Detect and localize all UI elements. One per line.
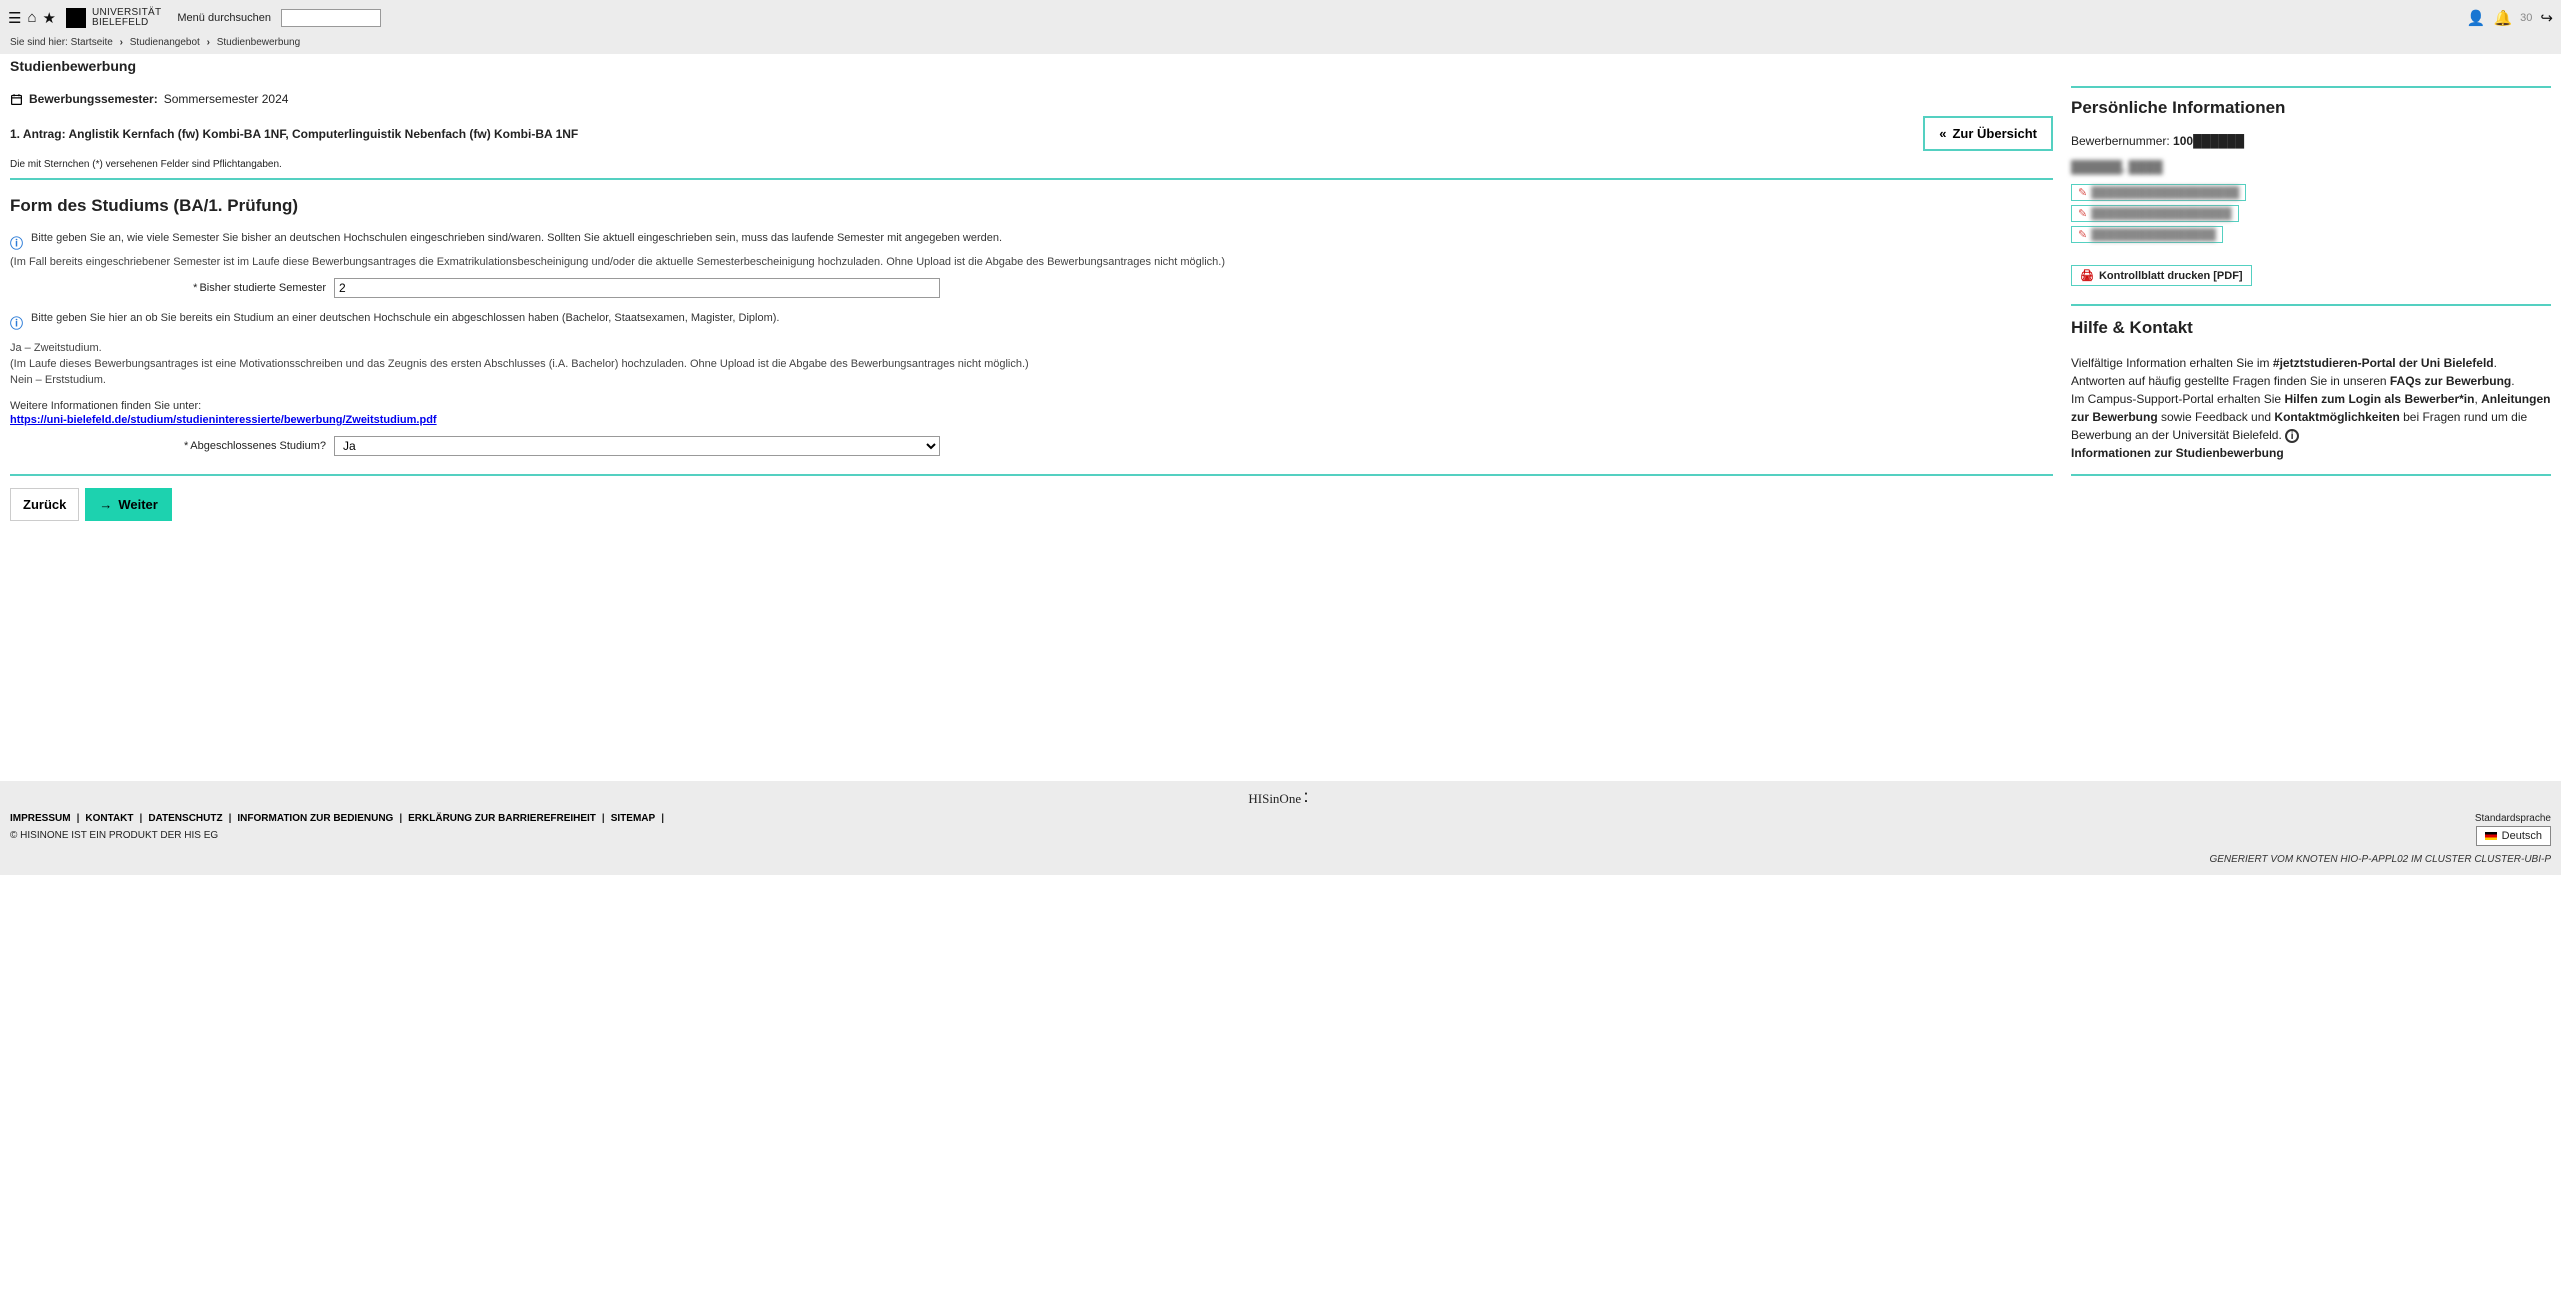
bell-icon[interactable]: 🔔 bbox=[2493, 9, 2512, 27]
logo-square bbox=[66, 8, 86, 28]
info-text-1: Bitte geben Sie an, wie viele Semester S… bbox=[31, 232, 1002, 244]
print-pdf-button[interactable]: 🖨 Kontrollblatt drucken [PDF] bbox=[2071, 265, 2252, 286]
help-text: Vielfältige Information erhalten Sie im … bbox=[2071, 354, 2551, 462]
help-link-admission-info[interactable]: Informationen zur Studienbewerbung bbox=[2071, 446, 2284, 460]
personal-info-heading: Persönliche Informationen bbox=[2071, 98, 2551, 118]
semester-count-input[interactable] bbox=[334, 278, 940, 298]
help-link-faqs[interactable]: FAQs zur Bewerbung bbox=[2390, 374, 2511, 388]
language-select[interactable]: Deutsch bbox=[2476, 826, 2551, 846]
help-contact-heading: Hilfe & Kontakt bbox=[2071, 318, 2551, 338]
footer-link-barrierefreiheit[interactable]: ERKLÄRUNG ZUR BARRIEREFREIHEIT bbox=[408, 813, 596, 824]
help-link-portal[interactable]: #jetztstudieren-Portal der Uni Bielefeld bbox=[2273, 356, 2494, 370]
info-icon: ⓘ bbox=[10, 313, 23, 332]
generated-note: GENERIERT VOM KNOTEN HIO-P-APPL02 IM CLU… bbox=[2209, 854, 2551, 865]
footer-copyright: © HISINONE IST EIN PRODUKT DER HIS EG bbox=[10, 830, 670, 841]
applicant-number-label: Bewerbernummer: bbox=[2071, 134, 2170, 148]
more-info-link[interactable]: https://uni-bielefeld.de/studium/studien… bbox=[10, 414, 2053, 426]
breadcrumb-item-0[interactable]: Startseite bbox=[71, 37, 113, 48]
more-info-label: Weitere Informationen finden Sie unter: bbox=[10, 400, 201, 412]
page-title: Studienbewerbung bbox=[0, 54, 2561, 78]
home-icon[interactable]: ⌂ bbox=[27, 9, 36, 26]
footer-product-logo: HISinOne⠅ bbox=[10, 787, 2551, 813]
logout-icon[interactable]: ↪ bbox=[2540, 9, 2553, 27]
overview-button[interactable]: « Zur Übersicht bbox=[1923, 116, 2053, 151]
info-line-2c: Nein – Erststudium. bbox=[10, 374, 2053, 386]
menu-search-label: Menü durchsuchen bbox=[177, 12, 271, 24]
language-label: Standardsprache bbox=[2209, 813, 2551, 824]
pencil-icon: ✎ bbox=[2078, 228, 2087, 241]
breadcrumb-item-2[interactable]: Studienbewerbung bbox=[217, 37, 300, 48]
logo[interactable]: UNIVERSITÄT BIELEFELD bbox=[66, 8, 161, 28]
edit-link-2[interactable]: ✎████████████████ bbox=[2071, 226, 2223, 243]
breadcrumb-item-1[interactable]: Studienangebot bbox=[130, 37, 200, 48]
notification-count: 30 bbox=[2520, 12, 2532, 24]
flag-de-icon bbox=[2485, 832, 2497, 840]
footer-links: IMPRESSUM |KONTAKT | DATENSCHUTZ | INFOR… bbox=[10, 813, 670, 824]
semester-label: Bewerbungssemester: bbox=[29, 92, 158, 106]
star-icon[interactable]: ★ bbox=[43, 9, 56, 27]
help-link-contact[interactable]: Kontaktmöglichkeiten bbox=[2274, 410, 2399, 424]
footer-link-impressum[interactable]: IMPRESSUM bbox=[10, 813, 71, 824]
pencil-icon: ✎ bbox=[2078, 207, 2087, 220]
footer-link-sitemap[interactable]: SITEMAP bbox=[611, 813, 655, 824]
edit-link-0[interactable]: ✎███████████████████ bbox=[2071, 184, 2246, 201]
footer-link-bedienung[interactable]: INFORMATION ZUR BEDIENUNG bbox=[237, 813, 393, 824]
applicant-number-value: 100██████ bbox=[2173, 134, 2244, 148]
info-text-2: Bitte geben Sie hier an ob Sie bereits e… bbox=[31, 312, 779, 324]
pencil-icon: ✎ bbox=[2078, 186, 2087, 199]
footer-link-kontakt[interactable]: KONTAKT bbox=[85, 813, 133, 824]
user-icon[interactable]: 👤 bbox=[2467, 9, 2486, 27]
breadcrumb: Sie sind hier: Startseite › Studienangeb… bbox=[0, 35, 2561, 54]
arrow-right-icon: → bbox=[99, 497, 112, 512]
double-chevron-left-icon: « bbox=[1939, 126, 1946, 141]
back-button[interactable]: Zurück bbox=[10, 488, 79, 521]
hamburger-icon[interactable]: ☰ bbox=[8, 9, 21, 27]
info-icon: ⓘ bbox=[10, 233, 23, 252]
info-line-2a: Ja – Zweitstudium. bbox=[10, 342, 2053, 354]
required-fields-note: Die mit Sternchen (*) versehenen Felder … bbox=[10, 159, 2053, 170]
next-button[interactable]: → Weiter bbox=[85, 488, 172, 521]
application-title: 1. Antrag: Anglistik Kernfach (fw) Kombi… bbox=[10, 127, 578, 141]
help-link-login[interactable]: Hilfen zum Login als Bewerber*in bbox=[2284, 392, 2474, 406]
info-line-2b: (Im Laufe dieses Bewerbungsantrages ist … bbox=[10, 358, 2053, 370]
logo-text: UNIVERSITÄT BIELEFELD bbox=[92, 8, 161, 28]
semester-count-label: *Bisher studierte Semester bbox=[10, 282, 326, 294]
breadcrumb-prefix: Sie sind hier: bbox=[10, 37, 68, 48]
section-heading: Form des Studiums (BA/1. Prüfung) bbox=[10, 196, 2053, 216]
info-circled-icon[interactable]: i bbox=[2285, 429, 2299, 443]
footer-link-datenschutz[interactable]: DATENSCHUTZ bbox=[148, 813, 222, 824]
calendar-icon bbox=[10, 93, 23, 106]
applicant-name: ██████, ████ bbox=[2071, 160, 2551, 174]
pdf-icon: 🖨 bbox=[2080, 269, 2094, 282]
info-subtext-1: (Im Fall bereits eingeschriebener Semest… bbox=[10, 256, 2053, 268]
completed-degree-select[interactable]: Ja bbox=[334, 436, 940, 456]
edit-link-1[interactable]: ✎██████████████████ bbox=[2071, 205, 2239, 222]
completed-degree-label: *Abgeschlossenes Studium? bbox=[10, 440, 326, 452]
semester-value: Sommersemester 2024 bbox=[164, 92, 289, 106]
menu-search-input[interactable] bbox=[281, 9, 381, 27]
